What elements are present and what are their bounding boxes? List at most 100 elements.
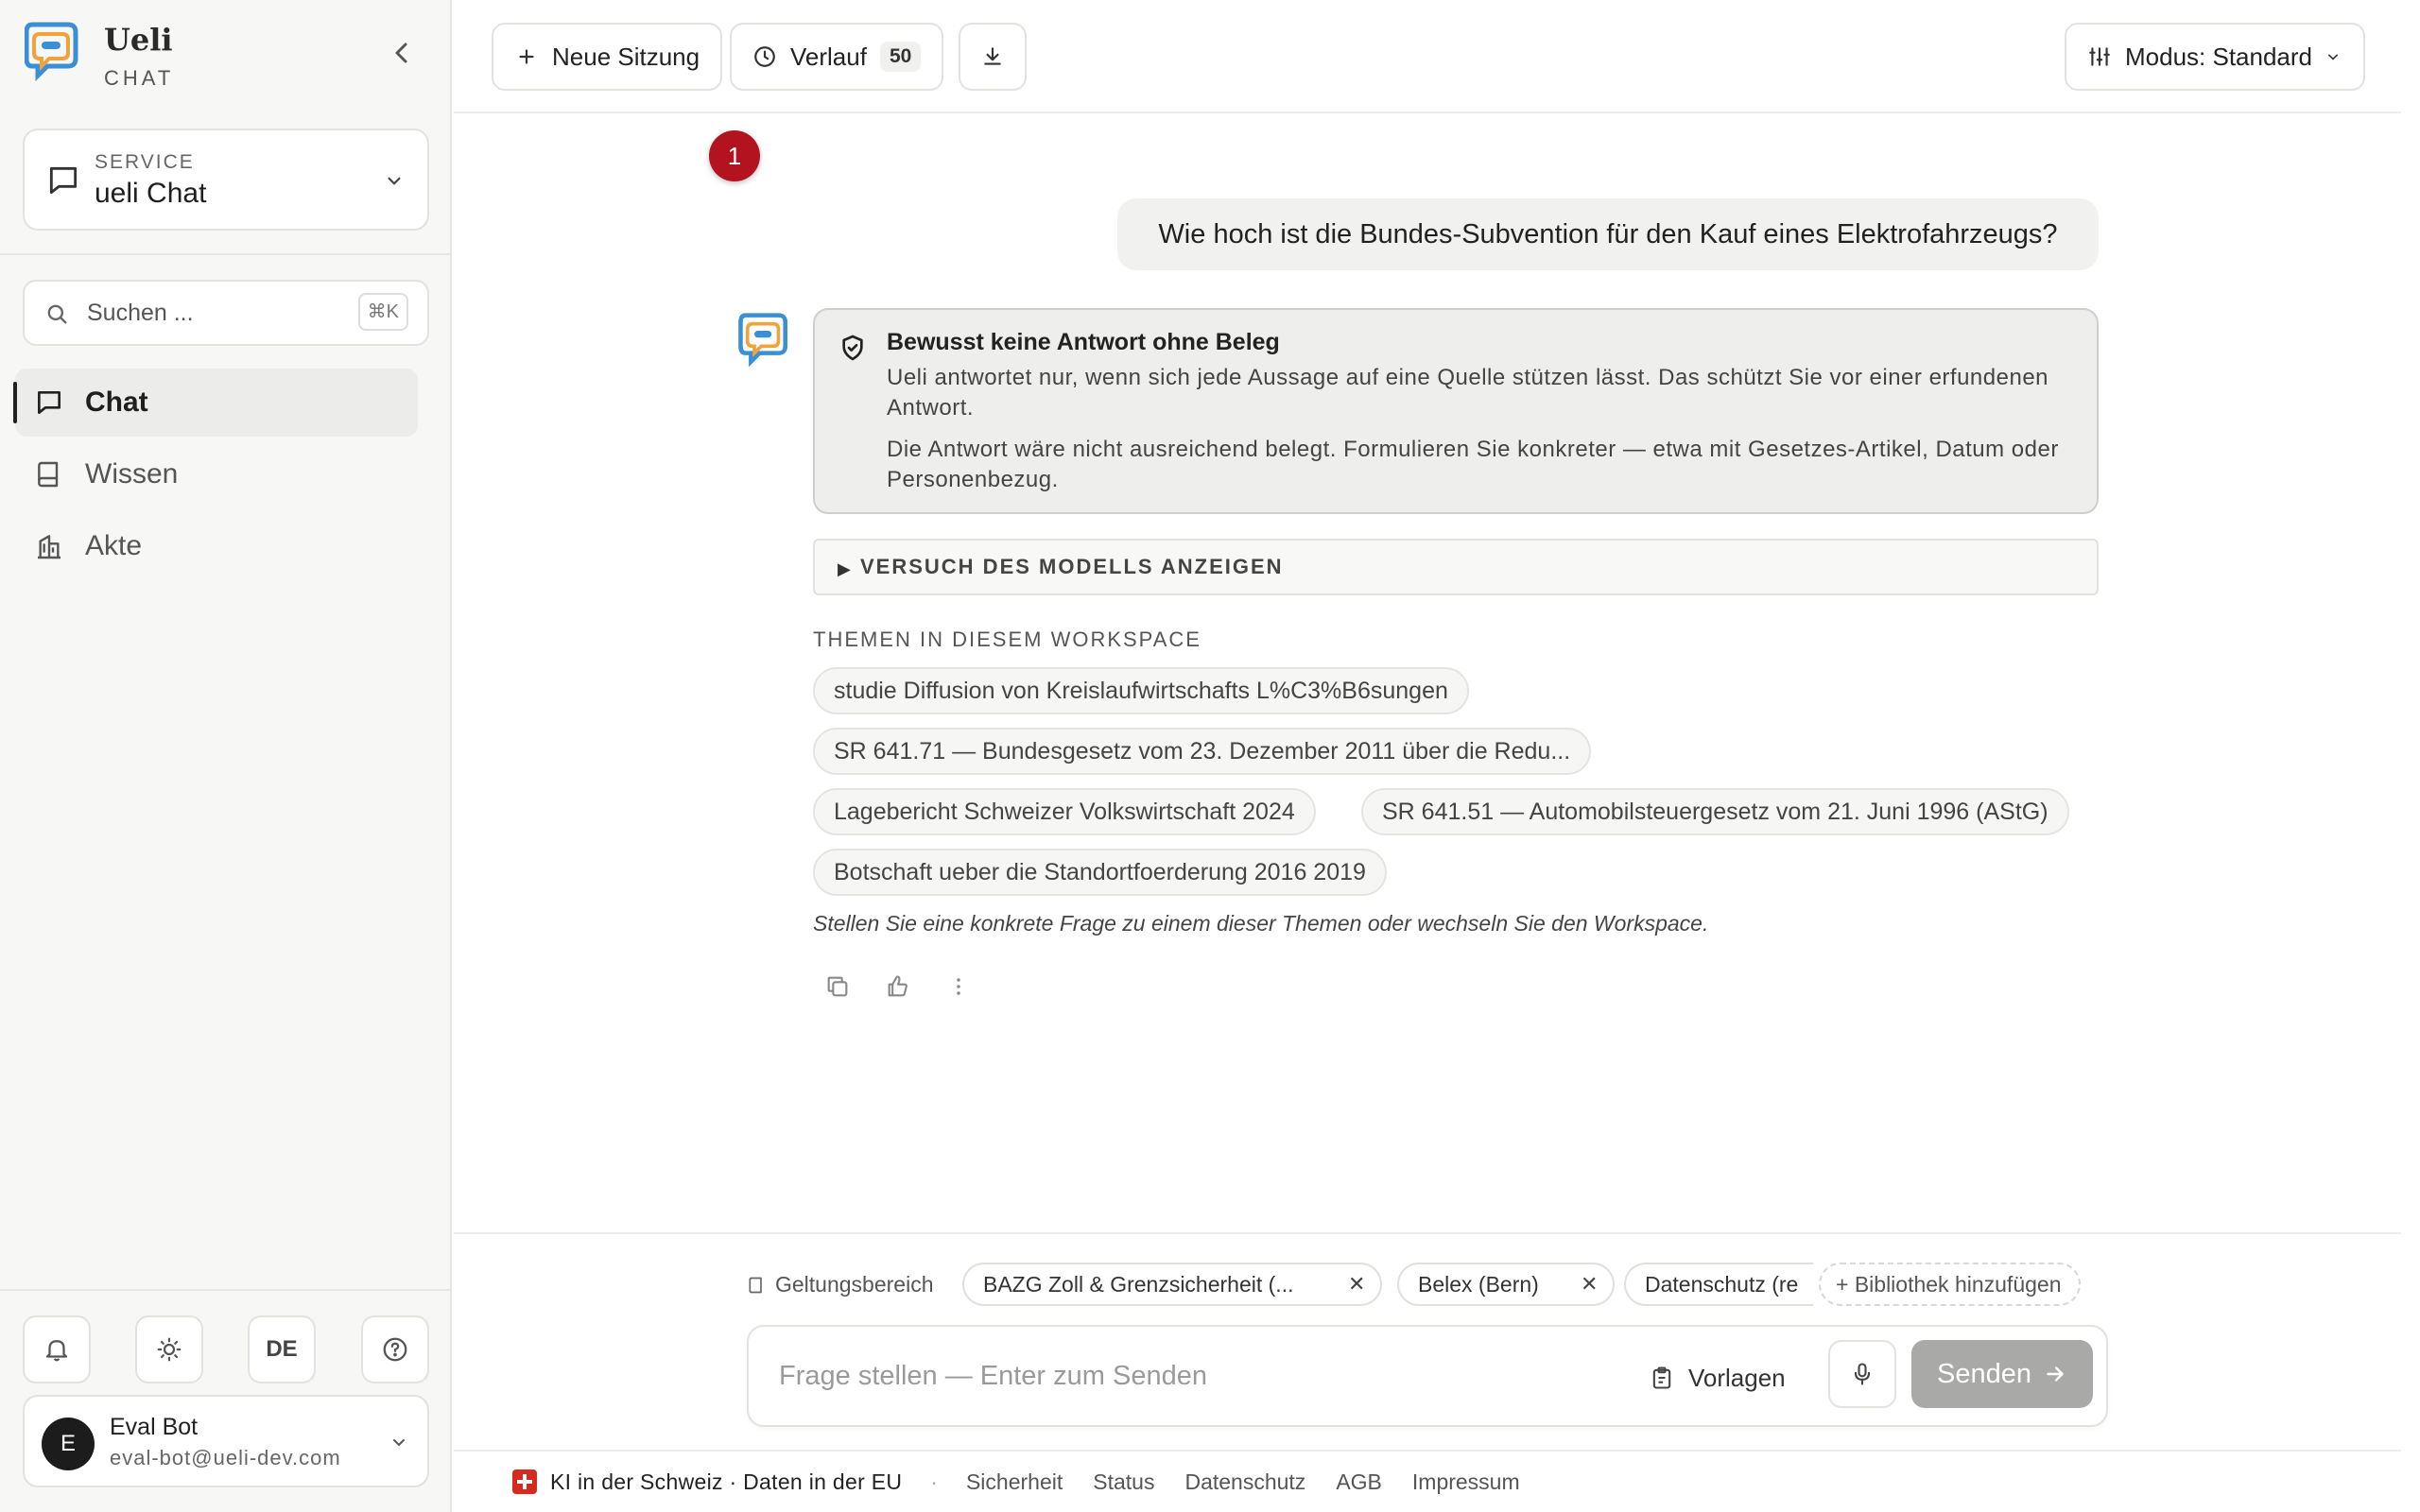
clipboard-icon bbox=[1652, 1366, 1671, 1389]
topic-chip[interactable]: Lagebericht Schweizer Volkswirtschaft 20… bbox=[813, 788, 1316, 835]
service-label: SERVICE bbox=[95, 151, 195, 173]
notice-paragraph: Die Antwort wäre nicht ausreichend beleg… bbox=[887, 437, 2059, 492]
user-menu[interactable]: E Eval Bot eval-bot@ueli-dev.com bbox=[23, 1395, 429, 1487]
scope-chip-label: BAZG Zoll & Grenzsicherheit (... bbox=[983, 1272, 1294, 1297]
send-button[interactable]: Senden bbox=[1911, 1340, 2093, 1408]
sidebar-item-label: Akte bbox=[85, 530, 143, 561]
history-label: Verlauf bbox=[790, 42, 867, 71]
brand[interactable]: Ueli CHAT bbox=[25, 21, 174, 91]
scope-chip[interactable]: BAZG Zoll & Grenzsicherheit (... ✕ bbox=[962, 1263, 1382, 1306]
search-input[interactable]: Suchen ... ⌘K bbox=[23, 280, 429, 346]
building-icon bbox=[38, 535, 60, 559]
composer: Frage stellen — Enter zum Senden Vorlage… bbox=[747, 1325, 2108, 1427]
footer-link-sicherheit[interactable]: Sicherheit bbox=[966, 1469, 1063, 1495]
more-vertical-icon[interactable] bbox=[945, 973, 972, 1000]
templates-label: Vorlagen bbox=[1688, 1363, 1786, 1392]
topic-chip[interactable]: studie Diffusion von Kreislaufwirtschaft… bbox=[813, 667, 1469, 714]
top-toolbar: Neue Sitzung Verlauf 50 Modus: Standard bbox=[454, 0, 2401, 113]
topic-chip[interactable]: SR 641.71 — Bundesgesetz vom 23. Dezembe… bbox=[813, 728, 1592, 775]
notice-paragraph: Ueli antwortet nur, wenn sich jede Aussa… bbox=[887, 365, 2049, 421]
search-shortcut: ⌘K bbox=[357, 293, 408, 331]
topic-chip[interactable]: Botschaft ueber die Standortfoerderung 2… bbox=[813, 849, 1387, 896]
show-model-attempt-toggle[interactable]: ▶ VERSUCH DES MODELLS ANZEIGEN bbox=[813, 539, 2099, 595]
user-email: eval-bot@ueli-dev.com bbox=[110, 1446, 341, 1469]
plus-icon: + bbox=[1836, 1272, 1849, 1297]
search-placeholder: Suchen ... bbox=[87, 300, 194, 326]
sidebar-item-wissen[interactable]: Wissen bbox=[15, 440, 418, 508]
footer: KI in der Schweiz · Daten in der EU · Si… bbox=[454, 1450, 2401, 1512]
language-button[interactable]: DE bbox=[248, 1315, 316, 1383]
history-button[interactable]: Verlauf 50 bbox=[730, 23, 944, 91]
chevron-down-icon bbox=[393, 1439, 405, 1447]
download-icon bbox=[984, 47, 1001, 65]
arrow-right-icon bbox=[2047, 1366, 2064, 1382]
topics-hint: Stellen Sie eine konkrete Frage zu einem… bbox=[813, 911, 1709, 936]
sidebar-item-chat[interactable]: Chat bbox=[13, 369, 418, 437]
avatar: E bbox=[42, 1418, 95, 1470]
download-button[interactable] bbox=[959, 23, 1027, 91]
footer-separator: · bbox=[930, 1469, 938, 1494]
mode-selector[interactable]: Modus: Standard bbox=[2065, 23, 2366, 91]
chevron-down-icon bbox=[388, 177, 401, 185]
service-selector[interactable]: SERVICE ueli Chat bbox=[23, 129, 429, 231]
templates-button[interactable]: Vorlagen bbox=[1649, 1355, 1786, 1400]
scope-chip[interactable]: Belex (Bern) ✕ bbox=[1397, 1263, 1615, 1306]
topic-chip[interactable]: SR 641.51 — Automobilsteuergesetz vom 21… bbox=[1361, 788, 2069, 835]
new-session-label: Neue Sitzung bbox=[552, 42, 700, 71]
scope-label-text: Geltungsbereich bbox=[775, 1272, 934, 1297]
theme-toggle-button[interactable] bbox=[135, 1315, 203, 1383]
sidebar-divider bbox=[0, 253, 450, 255]
add-library-button[interactable]: + Bibliothek hinzufügen bbox=[1819, 1263, 2081, 1306]
new-session-button[interactable]: Neue Sitzung bbox=[492, 23, 723, 91]
sidebar-item-label: Chat bbox=[85, 387, 148, 418]
book-icon bbox=[749, 1277, 762, 1293]
scope-label: Geltungsbereich bbox=[747, 1272, 934, 1297]
chat-bubble-icon bbox=[49, 166, 78, 195]
user-message: Wie hoch ist die Bundes-Subvention für d… bbox=[1117, 198, 2099, 270]
sun-icon bbox=[157, 1337, 182, 1362]
close-icon[interactable]: ✕ bbox=[1581, 1264, 1598, 1304]
ueli-logo-icon bbox=[25, 22, 78, 82]
sidebar-bottom-divider bbox=[0, 1289, 450, 1291]
sidebar-nav: Chat Wissen Akte bbox=[13, 369, 418, 584]
brand-name: Ueli bbox=[104, 22, 173, 58]
chat-bubble-icon bbox=[38, 391, 60, 414]
book-icon bbox=[38, 461, 59, 488]
chevron-down-icon bbox=[2328, 54, 2339, 60]
notifications-button[interactable] bbox=[23, 1315, 91, 1383]
collapse-sidebar-icon[interactable] bbox=[386, 36, 420, 70]
sidebar-item-akte[interactable]: Akte bbox=[15, 512, 418, 580]
triangle-right-icon: ▶ bbox=[838, 559, 851, 578]
shield-check-icon bbox=[842, 335, 863, 361]
close-icon[interactable]: ✕ bbox=[1348, 1264, 1365, 1304]
no-answer-notice: Bewusst keine Antwort ohne Beleg Ueli an… bbox=[813, 308, 2099, 514]
footer-link-datenschutz[interactable]: Datenschutz bbox=[1184, 1469, 1305, 1495]
send-label: Senden bbox=[1937, 1358, 2031, 1389]
thumbs-up-icon[interactable] bbox=[885, 973, 911, 1000]
scope-bar: Geltungsbereich BAZG Zoll & Grenzsicherh… bbox=[747, 1263, 2108, 1308]
search-icon bbox=[47, 304, 67, 324]
sidebar: Ueli CHAT SERVICE ueli Chat Suchen ... ⌘… bbox=[0, 0, 452, 1512]
scope-chip[interactable]: Datenschutz (re bbox=[1624, 1263, 1813, 1306]
composer-divider bbox=[454, 1232, 2401, 1234]
footer-link-status[interactable]: Status bbox=[1093, 1469, 1154, 1495]
mode-label: Modus: Standard bbox=[2125, 42, 2313, 71]
footer-link-agb[interactable]: AGB bbox=[1336, 1469, 1382, 1495]
scope-chip-label: Belex (Bern) bbox=[1418, 1272, 1539, 1297]
copy-icon[interactable] bbox=[824, 973, 851, 1000]
topics-heading: THEMEN IN DIESEM WORKSPACE bbox=[813, 627, 1201, 651]
service-value: ueli Chat bbox=[95, 178, 207, 209]
ueli-bot-avatar-icon bbox=[738, 313, 787, 368]
question-input[interactable]: Frage stellen — Enter zum Senden bbox=[779, 1361, 1207, 1392]
sliders-icon bbox=[2089, 47, 2110, 66]
brand-subtitle: CHAT bbox=[104, 66, 175, 90]
footer-link-impressum[interactable]: Impressum bbox=[1412, 1469, 1520, 1495]
notification-badge[interactable]: 1 bbox=[709, 130, 760, 181]
microphone-button[interactable] bbox=[1828, 1340, 1896, 1408]
clock-icon bbox=[754, 46, 775, 67]
scope-chip-label: Datenschutz (re bbox=[1645, 1272, 1799, 1297]
help-button[interactable] bbox=[361, 1315, 429, 1383]
history-count-badge: 50 bbox=[879, 42, 922, 72]
bell-icon bbox=[45, 1340, 68, 1362]
message-actions bbox=[824, 973, 976, 1004]
